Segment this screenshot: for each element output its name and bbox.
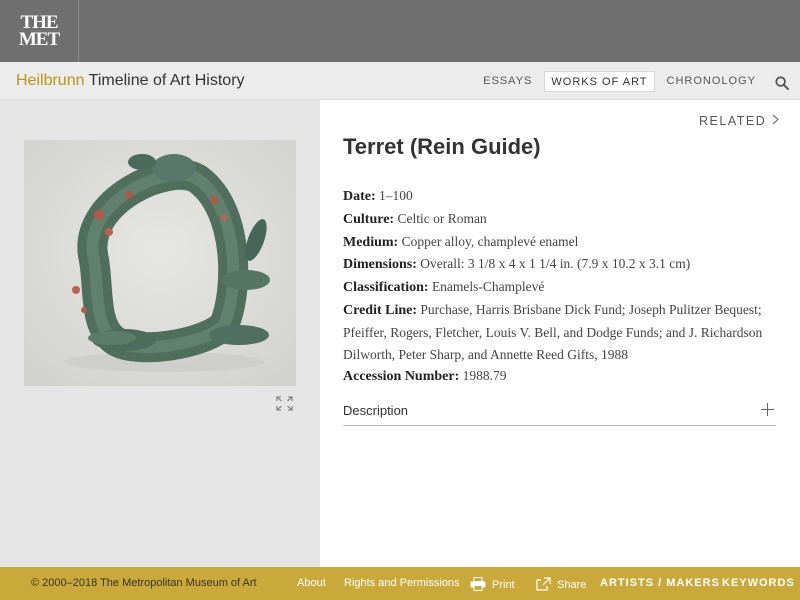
footer-bar: © 2000–2018 The Metropolitan Museum of A… — [0, 567, 800, 600]
related-label: RELATED — [699, 114, 767, 128]
meta-value: Copper alloy, champlevé enamel — [398, 233, 579, 249]
share-icon — [536, 577, 551, 591]
meta-value: 1988.79 — [459, 368, 507, 384]
meta-culture: Culture: Celtic or Roman — [343, 208, 778, 231]
meta-dimensions: Dimensions: Overall: 3 1/8 x 4 x 1 1/4 i… — [343, 253, 778, 276]
description-accordion[interactable]: Description — [343, 396, 776, 426]
meta-value: 1–100 — [375, 188, 413, 203]
footer-about-link[interactable]: About — [297, 577, 326, 589]
meta-accession-number: Accession Number: 1988.79 — [343, 365, 778, 388]
terret-illustration — [24, 140, 296, 386]
description-label: Description — [343, 403, 409, 418]
nav-works-of-art[interactable]: WORKS OF ART — [544, 71, 655, 92]
search-icon[interactable] — [775, 76, 789, 90]
meta-label: Credit Line: — [343, 302, 418, 318]
meta-label: Date: — [343, 189, 376, 204]
copyright-text: © 2000–2018 The Metropolitan Museum of A… — [31, 577, 257, 589]
meta-date: Date: 1–100 — [343, 185, 778, 208]
printer-icon — [470, 577, 486, 591]
artwork-metadata: Date: 1–100 Culture: Celtic or Roman Med… — [343, 185, 778, 388]
meta-medium: Medium: Copper alloy, champlevé enamel — [343, 231, 778, 254]
plus-icon[interactable] — [761, 403, 774, 416]
nav-menu: ESSAYS WORKS OF ART CHRONOLOGY — [477, 71, 762, 92]
top-bar: THE MET — [0, 0, 800, 62]
print-label: Print — [492, 579, 515, 591]
expand-icon[interactable] — [276, 396, 293, 411]
meta-label: Culture: — [343, 211, 395, 227]
image-panel — [0, 100, 320, 567]
related-link[interactable]: RELATED — [699, 114, 780, 128]
meta-label: Classification: — [343, 280, 429, 296]
meta-credit-line: Credit Line: Purchase, Harris Brisbane D… — [343, 299, 778, 365]
meta-value: Overall: 3 1/8 x 4 x 1 1/4 in. (7.9 x 10… — [416, 256, 691, 272]
meta-value: Enamels-Champlevé — [428, 279, 545, 295]
met-logo[interactable]: THE MET — [0, 0, 79, 62]
chevron-right-icon — [772, 114, 780, 125]
footer-rights-link[interactable]: Rights and Permissions — [344, 577, 460, 589]
footer-keywords-link[interactable]: KEYWORDS — [722, 577, 795, 589]
meta-classification: Classification: Enamels-Champlevé — [343, 276, 778, 299]
brand-accent: Heilbrunn — [16, 72, 85, 89]
nav-bar: Heilbrunn Timeline of Art History ESSAYS… — [0, 62, 800, 100]
meta-label: Dimensions: — [343, 257, 417, 273]
share-label: Share — [557, 579, 587, 591]
site-brand[interactable]: Heilbrunn Timeline of Art History — [16, 72, 245, 90]
print-button[interactable]: Print — [470, 577, 515, 591]
brand-rest: Timeline of Art History — [84, 72, 245, 89]
logo-line-2: MET — [18, 29, 60, 50]
meta-label: Medium: — [343, 234, 399, 250]
meta-value: Celtic or Roman — [394, 210, 487, 226]
artwork-title: Terret (Rein Guide) — [343, 134, 541, 159]
artwork-image[interactable] — [24, 140, 296, 386]
footer-artists-link[interactable]: ARTISTS / MAKERS — [600, 577, 720, 589]
share-button[interactable]: Share — [536, 577, 586, 591]
meta-label: Accession Number: — [343, 369, 460, 385]
nav-essays[interactable]: ESSAYS — [477, 71, 538, 92]
nav-chronology[interactable]: CHRONOLOGY — [661, 71, 762, 92]
